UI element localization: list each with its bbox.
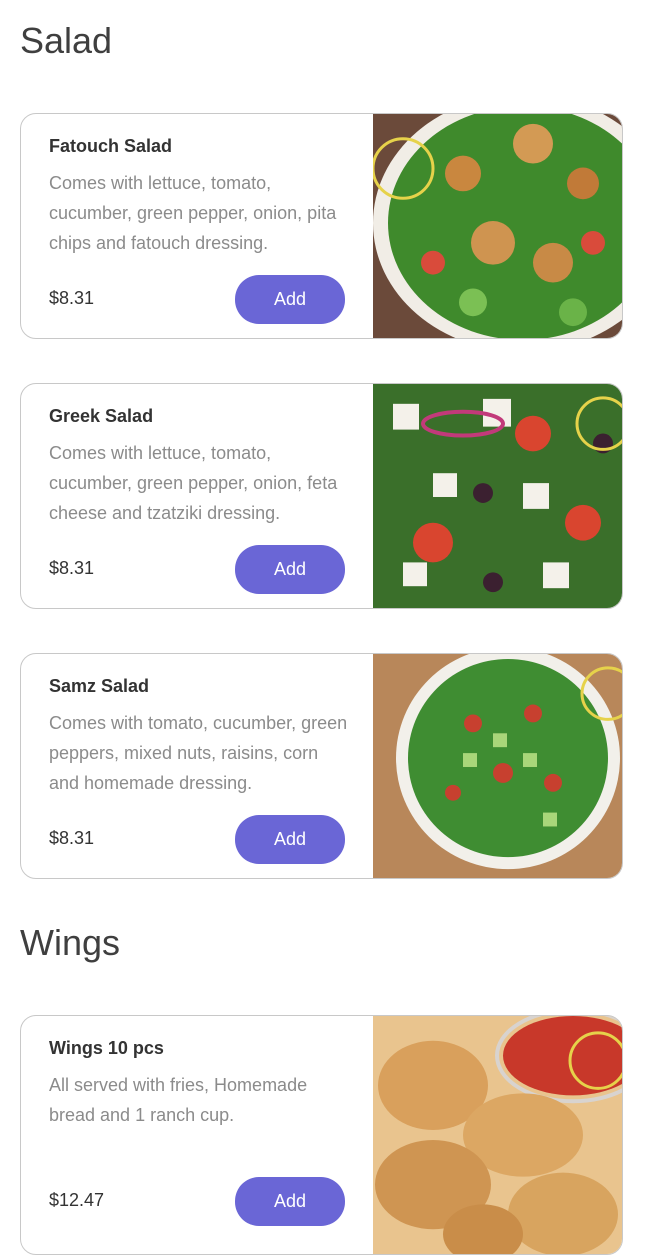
item-name: Greek Salad bbox=[49, 406, 154, 426]
menu-item-card[interactable]: Wings 10 pcs All served with fries, Home… bbox=[20, 1015, 623, 1255]
section-title-wings: Wings bbox=[20, 922, 121, 963]
item-description: Comes with lettuce, tomato, cucumber, gr… bbox=[49, 173, 337, 253]
item-price: $8.31 bbox=[49, 288, 95, 308]
item-price: $8.31 bbox=[49, 558, 95, 578]
menu-item-card[interactable]: Samz Salad Comes with tomato, cucumber, … bbox=[20, 653, 623, 879]
item-name: Samz Salad bbox=[49, 676, 150, 696]
add-button[interactable]: Add bbox=[235, 815, 345, 864]
salad-photo bbox=[373, 384, 622, 608]
menu-item-card[interactable]: Greek Salad Comes with lettuce, tomato, … bbox=[20, 383, 623, 609]
item-name: Fatouch Salad bbox=[49, 136, 173, 156]
add-button[interactable]: Add bbox=[235, 545, 345, 594]
item-price: $8.31 bbox=[49, 828, 95, 848]
item-price: $12.47 bbox=[49, 1190, 105, 1210]
item-description: All served with fries, Homemade bread an… bbox=[49, 1075, 308, 1125]
add-button[interactable]: Add bbox=[235, 1177, 345, 1226]
item-name: Wings 10 pcs bbox=[49, 1038, 164, 1058]
menu-item-card[interactable]: Fatouch Salad Comes with lettuce, tomato… bbox=[20, 113, 623, 339]
section-title-salad: Salad bbox=[20, 20, 113, 61]
salad-photo bbox=[373, 654, 622, 878]
salad-photo bbox=[373, 114, 622, 338]
add-button[interactable]: Add bbox=[235, 275, 345, 324]
item-description: Comes with lettuce, tomato, cucumber, gr… bbox=[49, 443, 338, 523]
wings-photo bbox=[373, 1016, 622, 1254]
item-description: Comes with tomato, cucumber, green peppe… bbox=[49, 713, 348, 793]
